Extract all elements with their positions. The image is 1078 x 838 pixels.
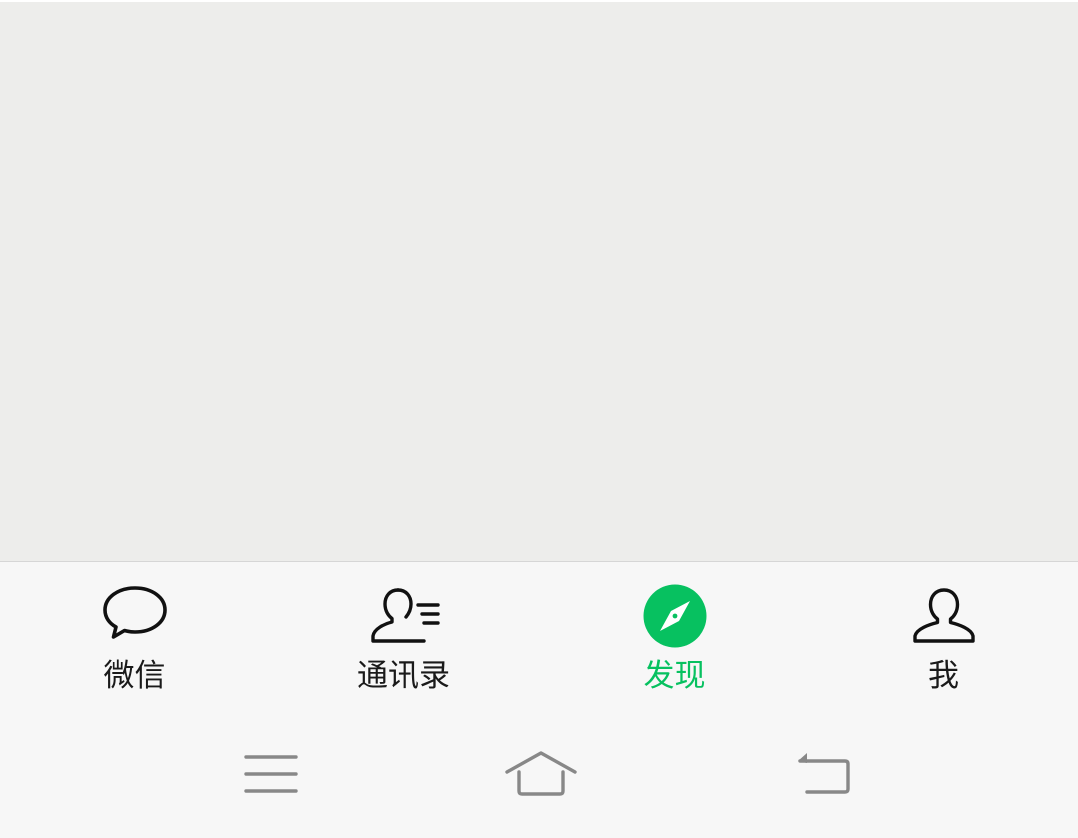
tab-contacts[interactable]: 通讯录 — [269, 562, 538, 708]
tab-label: 发现 — [643, 658, 706, 694]
tab-wechat[interactable]: 微信 — [0, 562, 269, 708]
menu-button[interactable] — [226, 745, 316, 805]
back-button[interactable] — [779, 745, 869, 805]
compass-icon — [639, 582, 711, 650]
tab-label: 我 — [928, 658, 959, 694]
tab-discover[interactable]: 发现 — [540, 562, 809, 708]
tab-label: 通讯录 — [357, 658, 450, 694]
content-area — [0, 2, 1078, 561]
person-icon — [908, 582, 980, 650]
tab-label: 微信 — [103, 658, 166, 694]
chat-bubble-icon — [99, 582, 171, 650]
home-icon — [505, 751, 577, 796]
system-navigation-bar — [0, 707, 1078, 838]
tab-me[interactable]: 我 — [809, 562, 1078, 708]
home-button[interactable] — [496, 745, 586, 805]
contacts-icon — [368, 582, 440, 650]
app-screen: 微信 通讯录 发现 我 — [0, 0, 1078, 838]
bottom-tab-bar: 微信 通讯录 发现 我 — [0, 561, 1078, 707]
menu-icon — [244, 755, 298, 793]
back-icon — [798, 753, 850, 794]
